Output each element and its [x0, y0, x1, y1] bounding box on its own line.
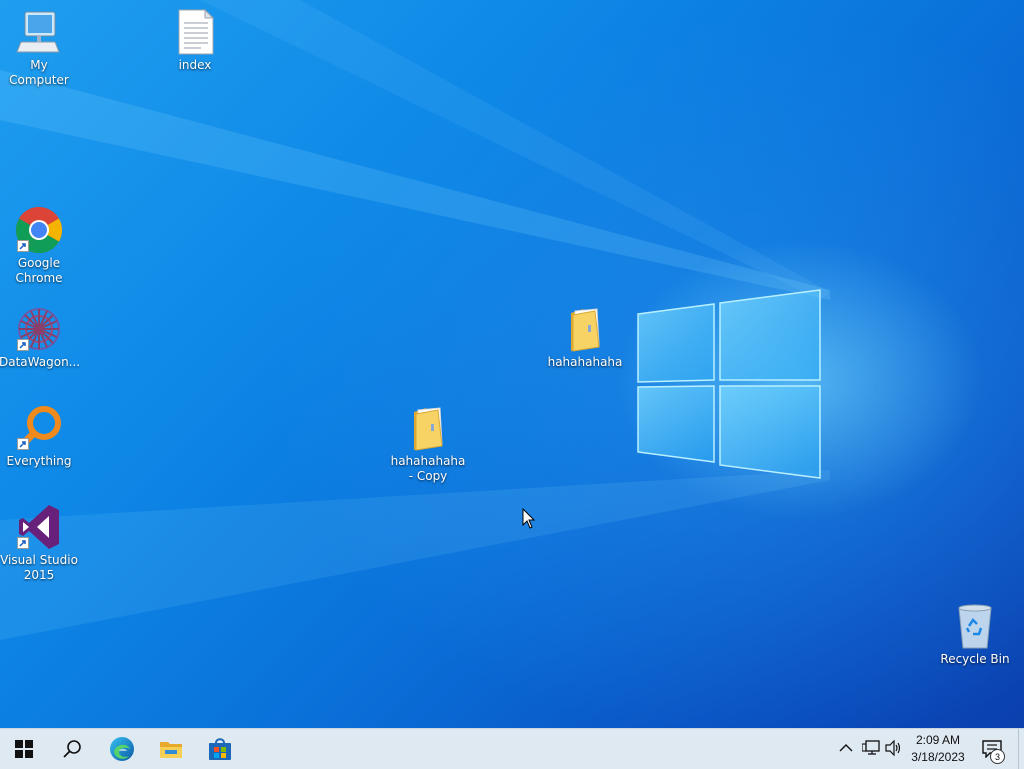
notification-count-badge: 3 — [990, 749, 1005, 764]
desktop-icon-folder-hahahahaha[interactable]: hahahahaha — [545, 305, 625, 370]
desktop-icon-everything[interactable]: Everything — [0, 404, 79, 469]
shortcut-arrow-icon — [17, 339, 29, 351]
taskbar-store-button[interactable] — [196, 729, 244, 769]
taskbar-file-explorer-button[interactable] — [147, 729, 195, 769]
shortcut-arrow-icon — [17, 240, 29, 252]
desktop-icon-recycle-bin[interactable]: Recycle Bin — [935, 602, 1015, 667]
shortcut-arrow-icon — [17, 438, 29, 450]
desktop-icon-datawagon[interactable]: DataWagon... — [0, 305, 80, 370]
text-file-icon — [171, 8, 219, 56]
edge-icon — [110, 737, 134, 761]
desktop-icon-my-computer[interactable]: My Computer — [0, 8, 79, 88]
visual-studio-icon — [15, 503, 63, 551]
desktop-icon-visual-studio-2015[interactable]: Visual Studio 2015 — [0, 503, 79, 583]
taskbar-edge-button[interactable] — [98, 729, 146, 769]
folder-icon — [404, 404, 452, 452]
taskbar-clock[interactable]: 2:09 AM 3/18/2023 — [900, 732, 976, 766]
folder-icon — [561, 305, 609, 353]
wallpaper-light-beams — [0, 0, 830, 640]
taskbar: 2:09 AM 3/18/2023 3 — [0, 728, 1024, 769]
shortcut-arrow-icon — [17, 537, 29, 549]
windows-logo-wallpaper — [637, 289, 821, 479]
chrome-icon — [15, 206, 63, 254]
recycle-bin-icon — [951, 602, 999, 650]
start-button[interactable] — [0, 729, 48, 769]
datawagon-icon — [15, 305, 63, 353]
file-explorer-icon — [160, 742, 182, 758]
computer-icon — [15, 8, 63, 56]
show-hidden-icons-chevron-icon[interactable] — [839, 742, 853, 754]
windows-start-icon — [15, 740, 33, 758]
desktop-icon-folder-hahahahaha-copy[interactable]: hahahahaha - Copy — [388, 404, 468, 484]
network-icon[interactable] — [862, 740, 880, 756]
desktop[interactable]: My Computer index Google Chrome DataWago… — [0, 0, 1024, 728]
everything-search-icon — [15, 404, 63, 452]
store-icon — [209, 738, 231, 760]
show-desktop-button[interactable] — [1018, 729, 1024, 769]
search-icon — [63, 740, 81, 758]
clock-date: 3/18/2023 — [911, 750, 965, 764]
desktop-icon-index[interactable]: index — [155, 8, 235, 73]
mouse-cursor — [522, 508, 536, 529]
clock-time: 2:09 AM — [915, 733, 961, 747]
search-button[interactable] — [48, 729, 96, 769]
desktop-icon-google-chrome[interactable]: Google Chrome — [0, 206, 79, 286]
